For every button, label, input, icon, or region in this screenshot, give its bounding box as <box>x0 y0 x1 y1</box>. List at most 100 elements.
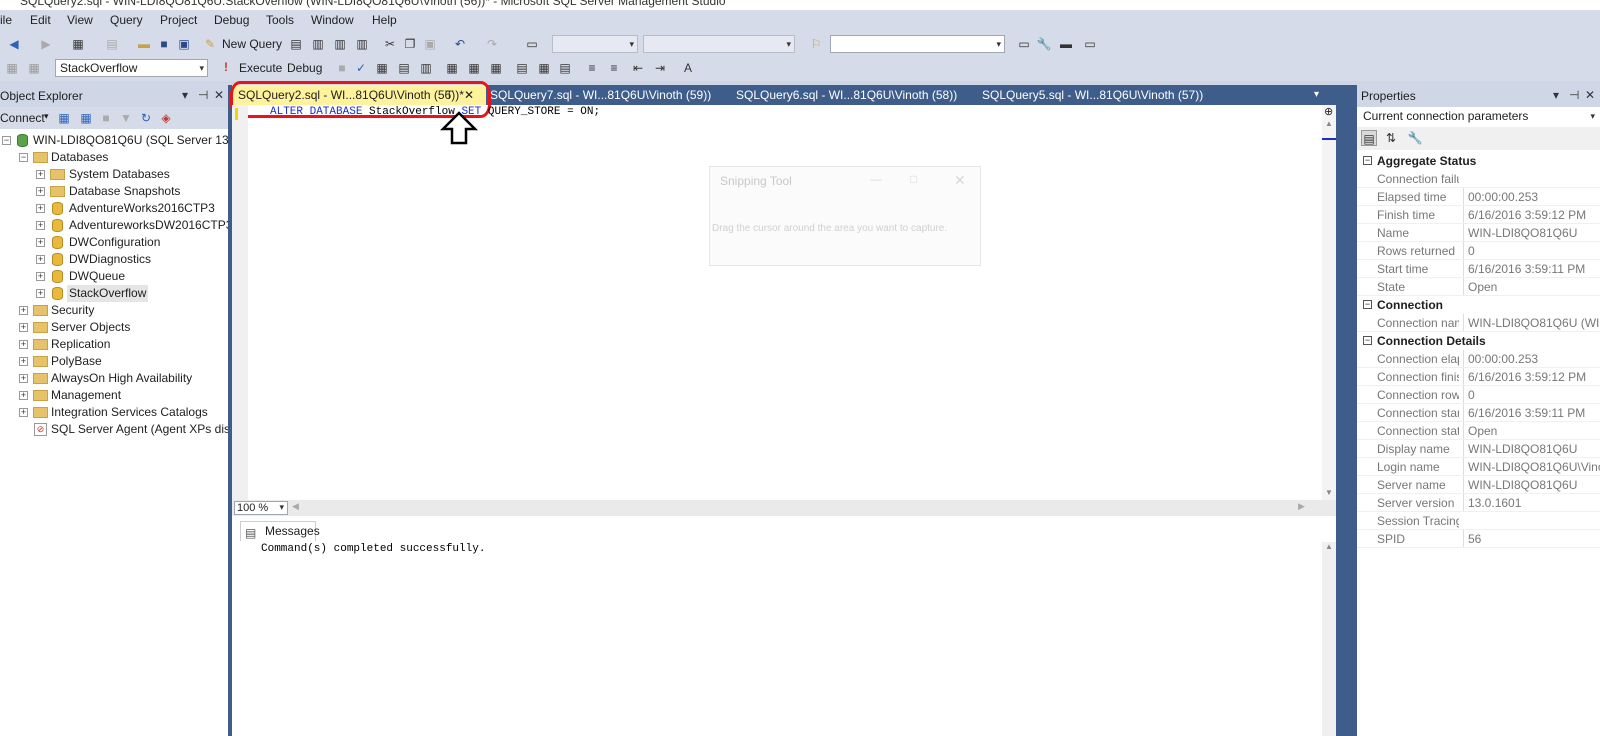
registered-servers-icon[interactable]: ▭ <box>1016 36 1032 52</box>
parse-icon[interactable]: ✓ <box>353 60 369 76</box>
collapse-icon[interactable]: − <box>1363 336 1372 345</box>
connect-object-icon[interactable]: ▦ <box>56 110 72 126</box>
property-row[interactable]: Elapsed time 00:00:00.253 <box>1357 188 1600 206</box>
menu-window[interactable]: Window <box>311 13 354 27</box>
property-row[interactable]: State Open <box>1357 278 1600 296</box>
platform-combo[interactable]: ▾ <box>643 35 795 53</box>
property-category[interactable]: − Aggregate Status <box>1357 152 1600 170</box>
property-category[interactable]: − Connection Details <box>1357 332 1600 350</box>
stop-icon[interactable]: ■ <box>98 110 114 126</box>
tree-integration-services[interactable]: + Integration Services Catalogs <box>0 404 228 421</box>
paste-icon[interactable]: ▣ <box>422 36 438 52</box>
forward-icon[interactable]: ▶ <box>38 36 54 52</box>
tree-sql-agent[interactable]: ⊘ SQL Server Agent (Agent XPs disabl <box>0 421 246 438</box>
change-connection-icon[interactable]: ▦ <box>26 60 42 76</box>
property-row[interactable]: Start time 6/16/2016 3:59:11 PM <box>1357 260 1600 278</box>
menu-tools[interactable]: Tools <box>266 13 294 27</box>
window-layout-icon[interactable]: ▭ <box>1082 36 1098 52</box>
tree-db-dwqueue[interactable]: + DWQueue <box>0 268 228 285</box>
cancel-query-icon[interactable]: ■ <box>334 60 350 76</box>
solution-config-combo[interactable]: ▾ <box>552 35 638 53</box>
pin-icon[interactable]: ⊣ <box>1569 88 1579 102</box>
back-icon[interactable]: ◀ <box>6 36 22 52</box>
tree-polybase[interactable]: + PolyBase <box>0 353 228 370</box>
dropdown-icon[interactable]: ▾ <box>182 88 188 102</box>
menu-file[interactable]: ile <box>0 13 12 27</box>
property-row[interactable]: SPID 56 <box>1357 530 1600 548</box>
solution-config-icon[interactable]: ▭ <box>524 36 540 52</box>
dropdown-icon[interactable]: ▾ <box>1553 88 1559 102</box>
hscroll-right-icon[interactable]: ▶ <box>1298 501 1305 512</box>
dmx-query-icon[interactable]: ▥ <box>354 36 370 52</box>
new-query-icon[interactable]: ✎ <box>202 36 218 52</box>
scroll-up-icon[interactable]: ▲ <box>1325 119 1333 128</box>
property-row[interactable]: Display name WIN-LDI8QO81Q6U <box>1357 440 1600 458</box>
filter-icon[interactable]: ▼ <box>118 110 134 126</box>
property-category[interactable]: − Connection <box>1357 296 1600 314</box>
property-row[interactable]: Connection stat Open <box>1357 422 1600 440</box>
menu-project[interactable]: Project <box>160 13 197 27</box>
connect-icon[interactable]: ▦ <box>4 60 20 76</box>
collapse-icon[interactable]: − <box>1363 156 1372 165</box>
query-designer-icon[interactable]: ▤ <box>396 60 412 76</box>
tree-db-adventureworksdw[interactable]: + AdventureworksDW2016CTP3 <box>0 217 232 234</box>
copy-icon[interactable]: ❐ <box>402 36 418 52</box>
scroll-down-icon[interactable]: ▼ <box>1325 488 1333 497</box>
results-file-icon[interactable]: ▤ <box>557 60 573 76</box>
tree-server[interactable]: − WIN-LDI8QO81Q6U (SQL Server 13.0.16 <box>0 132 255 149</box>
property-row[interactable]: Connection row 0 <box>1357 386 1600 404</box>
split-icon[interactable]: ⊕ <box>1324 105 1333 118</box>
results-text-icon[interactable]: ▤ <box>514 60 530 76</box>
tree-replication[interactable]: + Replication <box>0 336 228 353</box>
tree-server-objects[interactable]: + Server Objects <box>0 319 228 336</box>
database-selector[interactable]: StackOverflow ▾ <box>55 59 208 77</box>
add-item-icon[interactable]: ▤ <box>104 36 120 52</box>
property-row[interactable]: Session Tracing I <box>1357 512 1600 530</box>
menu-help[interactable]: Help <box>372 13 397 27</box>
property-row[interactable]: Connection failu <box>1357 170 1600 188</box>
tree-management[interactable]: + Management <box>0 387 228 404</box>
decrease-indent-icon[interactable]: ⇤ <box>630 60 646 76</box>
tree-db-stackoverflow[interactable]: + StackOverflow <box>0 285 228 302</box>
property-row[interactable]: Connection elap 00:00:00.253 <box>1357 350 1600 368</box>
properties-object-selector[interactable]: Current connection parameters ▾ <box>1359 108 1598 126</box>
property-row[interactable]: Server name WIN-LDI8QO81Q6U <box>1357 476 1600 494</box>
refresh-icon[interactable]: ↻ <box>138 110 154 126</box>
menu-debug[interactable]: Debug <box>214 13 249 27</box>
live-stats-icon[interactable]: ▦ <box>466 60 482 76</box>
tree-system-databases[interactable]: + System Databases <box>0 166 228 183</box>
close-icon[interactable]: ✕ <box>1585 88 1595 102</box>
execute-button[interactable]: Execute <box>239 61 282 75</box>
collapse-icon[interactable]: − <box>1363 300 1372 309</box>
include-plan-icon[interactable]: ▦ <box>444 60 460 76</box>
specify-values-icon[interactable]: A <box>680 60 696 76</box>
results-scrollbar[interactable]: ▲ <box>1322 542 1336 736</box>
comment-icon[interactable]: ≡ <box>584 60 600 76</box>
tree-security[interactable]: + Security <box>0 302 228 319</box>
property-row[interactable]: Name WIN-LDI8QO81Q6U <box>1357 224 1600 242</box>
connect-dropdown-icon[interactable]: ▾ <box>44 111 49 122</box>
editor-vertical-scrollbar[interactable]: ⊕ ▲ ▼ <box>1322 105 1336 500</box>
hscroll-left-icon[interactable]: ◀ <box>292 501 299 512</box>
tab-sqlquery7[interactable]: SQLQuery7.sql - WI...81Q6U\Vinoth (59)) <box>490 85 711 105</box>
tab-sqlquery5[interactable]: SQLQuery5.sql - WI...81Q6U\Vinoth (57)) <box>982 85 1203 105</box>
save-all-icon[interactable]: ▣ <box>176 36 192 52</box>
pin-icon[interactable]: ⊣ <box>198 88 208 102</box>
debug-button[interactable]: Debug <box>287 61 322 75</box>
alphabetical-icon[interactable]: ⇅ <box>1383 130 1399 146</box>
property-row[interactable]: Rows returned 0 <box>1357 242 1600 260</box>
close-icon[interactable]: ✕ <box>214 88 224 102</box>
mdx-query-icon[interactable]: ▥ <box>332 36 348 52</box>
toolbox-icon[interactable]: ▬ <box>1058 36 1074 52</box>
wrench-icon[interactable]: 🔧 <box>1036 36 1052 52</box>
property-row[interactable]: Connection nam WIN-LDI8QO81Q6U (WIN- <box>1357 314 1600 332</box>
connect-button[interactable]: Connect <box>0 111 45 125</box>
tab-overflow-icon[interactable]: ▾ <box>1314 85 1319 105</box>
uncomment-icon[interactable]: ≡ <box>606 60 622 76</box>
tab-sqlquery6[interactable]: SQLQuery6.sql - WI...81Q6U\Vinoth (58)) <box>736 85 957 105</box>
splitter[interactable] <box>1336 85 1357 736</box>
tree-db-adventureworks[interactable]: + AdventureWorks2016CTP3 <box>0 200 228 217</box>
db-engine-query-icon[interactable]: ▤ <box>288 36 304 52</box>
results-grid-icon[interactable]: ▦ <box>536 60 552 76</box>
zoom-combo[interactable]: 100 % ▾ <box>234 501 288 515</box>
